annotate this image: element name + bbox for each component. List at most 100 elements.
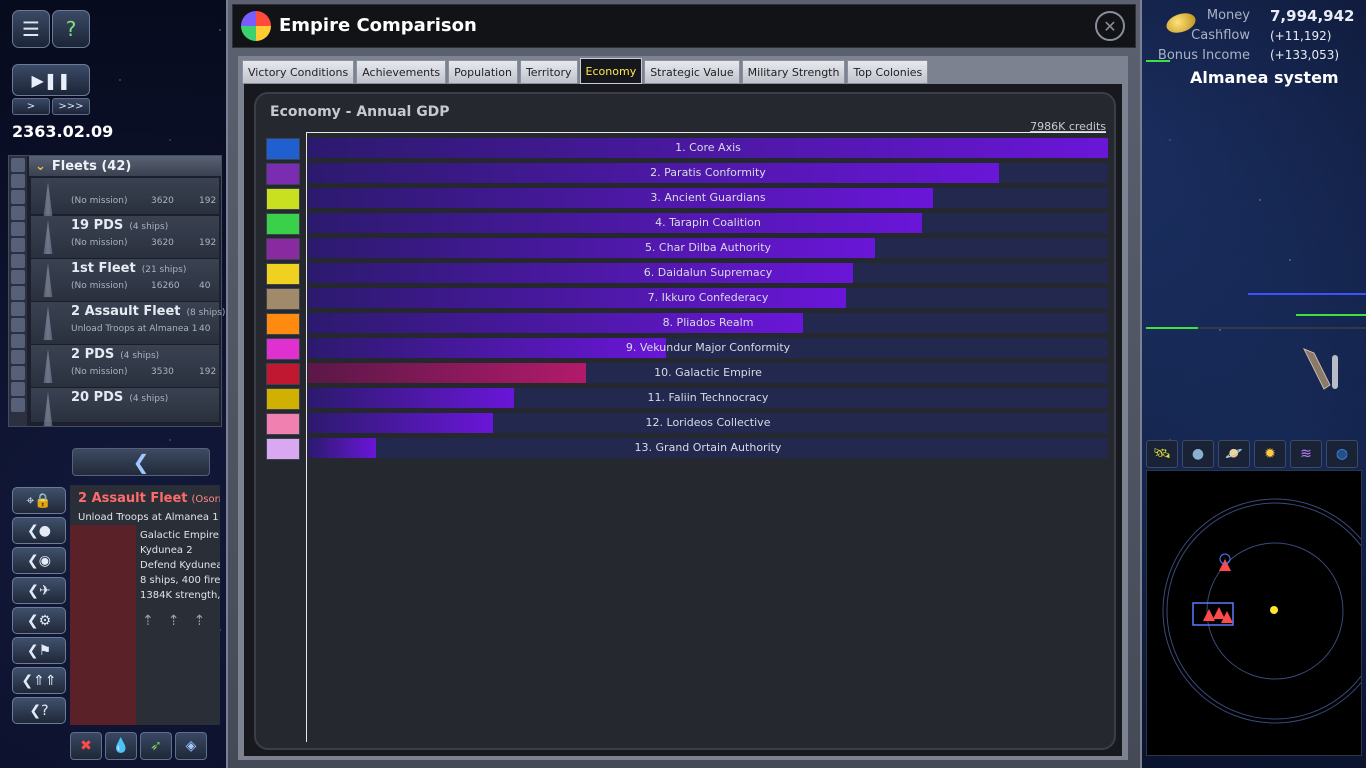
empire-emblem-icon[interactable] [266, 313, 300, 335]
empire-emblem-icon[interactable] [266, 188, 300, 210]
refuel-icon[interactable]: 💧 [105, 732, 137, 760]
empire-emblem-icon[interactable] [266, 213, 300, 235]
chart-bar-label: 4. Tarapin Coalition [655, 216, 761, 229]
arrows-up-icon: ❮⇑⇑ [21, 672, 57, 689]
cancel-icon[interactable]: ✖ [70, 732, 102, 760]
ringed-planet-icon[interactable]: 🪐 [1218, 440, 1250, 468]
filter-icon[interactable] [11, 254, 25, 268]
ship-icon [43, 182, 53, 216]
fleet-row[interactable]: 2 PDS (4 ships) (No mission) 3530 192 [31, 345, 219, 388]
flag-button[interactable]: ❮⚑ [12, 637, 66, 664]
planet-icon: ❮● [27, 522, 51, 539]
tab-strategic-value[interactable]: Strategic Value [644, 60, 740, 84]
tab-military-strength[interactable]: Military Strength [741, 60, 846, 84]
planet-view-button[interactable]: ❮● [12, 517, 66, 544]
planet-filter-bar: 🛰 ● 🪐 ✹ ≋ ◍ [1146, 440, 1358, 468]
filter-icon[interactable] [11, 158, 25, 172]
star-icon[interactable]: ✹ [1254, 440, 1286, 468]
help-button[interactable]: ❮? [12, 697, 66, 724]
lock-target-button[interactable]: ⌖🔒 [12, 487, 66, 514]
fleet-fuel: 3530 [151, 367, 174, 377]
system-name: Almanea system [1190, 68, 1339, 87]
fleet-name: 2 PDS (4 ships) [71, 347, 160, 362]
speed-fast-button[interactable]: >>> [52, 98, 90, 115]
empire-emblem-icon[interactable] [266, 438, 300, 460]
ship-view-button[interactable]: ❮✈ [12, 577, 66, 604]
crosshair-lock-icon: ⌖🔒 [26, 492, 52, 509]
collapse-button[interactable]: ❮ [72, 448, 210, 476]
dialog-title: Empire Comparison [279, 15, 477, 36]
galaxy-icon[interactable]: ◍ [1326, 440, 1358, 468]
filter-icon[interactable] [11, 398, 25, 412]
filter-icon[interactable] [11, 318, 25, 332]
fleet-row[interactable]: 2 Assault Fleet (8 ships) Unload Troops a… [31, 302, 225, 345]
empire-emblem-icon[interactable] [266, 338, 300, 360]
ship-icon: ❮✈ [27, 582, 51, 599]
fleets-header[interactable]: ⌄ Fleets (42) [29, 156, 221, 176]
empire-emblem-icon[interactable] [266, 163, 300, 185]
empire-emblem-icon[interactable] [266, 263, 300, 285]
empire-emblem-icon[interactable] [266, 288, 300, 310]
empire-emblem-icon[interactable] [266, 138, 300, 160]
help-icon[interactable]: ? [52, 10, 90, 48]
tab-territory[interactable]: Territory [519, 60, 578, 84]
tab-economy[interactable]: Economy [579, 58, 643, 84]
tab-achievements[interactable]: Achievements [356, 60, 447, 84]
chart-bar-label: 3. Ancient Guardians [650, 191, 766, 204]
fleet-row[interactable]: (No mission) 3620 192 [31, 178, 219, 216]
tab-top-colonies[interactable]: Top Colonies [847, 60, 929, 84]
satellite-icon[interactable]: 🛰 [1146, 440, 1178, 468]
fleet-ammo: 40 [199, 281, 211, 291]
filter-icon[interactable] [11, 206, 25, 220]
filter-icon[interactable] [11, 286, 25, 300]
filter-icon[interactable] [11, 366, 25, 380]
fleet-ship-icons: ⇡⇡⇡ [142, 613, 220, 629]
filter-icon[interactable] [11, 334, 25, 348]
filter-icon[interactable] [11, 190, 25, 204]
settings-button[interactable]: ❮⚙ [12, 607, 66, 634]
play-pause-button[interactable]: ▶❚❚ [12, 64, 90, 96]
eye-icon: ❮◉ [27, 552, 51, 569]
fleet-row[interactable]: 20 PDS (4 ships) [31, 388, 219, 426]
ship-move-icon[interactable]: ➶ [140, 732, 172, 760]
chart-axis-top [306, 132, 1106, 133]
flag-icon: ❮⚑ [26, 642, 52, 659]
filter-icon[interactable] [11, 174, 25, 188]
empire-color-bar [70, 525, 136, 725]
fleet-action-bar: ✖ 💧 ➶ ◈ [70, 732, 207, 760]
tab-victory-conditions[interactable]: Victory Conditions [242, 60, 355, 84]
explore-icon[interactable]: ◈ [175, 732, 207, 760]
eye-view-button[interactable]: ❮◉ [12, 547, 66, 574]
empire-emblem-icon[interactable] [266, 413, 300, 435]
fleet-list-panel: ⌄ Fleets (42) (No mission) 3620 192 19 P… [8, 155, 225, 427]
filter-icon[interactable] [11, 302, 25, 316]
hud-line [1296, 314, 1366, 316]
fleet-detail-panel: 2 Assault Fleet(Osorn Unload Troops at A… [70, 485, 220, 725]
fleet-ammo: 192 [199, 196, 217, 206]
ship-icon [43, 306, 53, 340]
asteroid-icon[interactable]: ● [1182, 440, 1214, 468]
empire-emblem-icon[interactable] [266, 238, 300, 260]
speed-normal-button[interactable]: > [12, 98, 50, 115]
filter-icon[interactable] [11, 270, 25, 284]
chart-row: 2. Paratis Conformity [266, 163, 1108, 185]
system-minimap[interactable] [1146, 470, 1362, 756]
tab-population[interactable]: Population [448, 60, 518, 84]
nebula-icon[interactable]: ≋ [1290, 440, 1322, 468]
menu-icon[interactable]: ☰ [12, 10, 50, 48]
fleet-detail-title: 2 Assault Fleet(Osorn [78, 491, 220, 506]
filter-icon[interactable] [11, 382, 25, 396]
chart-row: 7. Ikkuro Confederacy [266, 288, 1108, 310]
fleet-mission: (No mission) 16260 40 [71, 281, 211, 291]
filter-icon[interactable] [11, 350, 25, 364]
fleet-row[interactable]: 1st Fleet (21 ships) (No mission) 16260 4… [31, 259, 219, 302]
empire-emblem-icon[interactable] [266, 388, 300, 410]
filter-icon[interactable] [11, 238, 25, 252]
question-icon: ❮? [29, 702, 49, 719]
fleet-row[interactable]: 19 PDS (4 ships) (No mission) 3620 192 [31, 216, 219, 259]
close-icon[interactable]: ✕ [1095, 11, 1125, 41]
filter-icon[interactable] [11, 222, 25, 236]
fleet-formation-button[interactable]: ❮⇑⇑ [12, 667, 66, 694]
empire-emblem-icon[interactable] [266, 363, 300, 385]
chart-bar-label: 9. Vekundur Major Conformity [625, 341, 791, 354]
